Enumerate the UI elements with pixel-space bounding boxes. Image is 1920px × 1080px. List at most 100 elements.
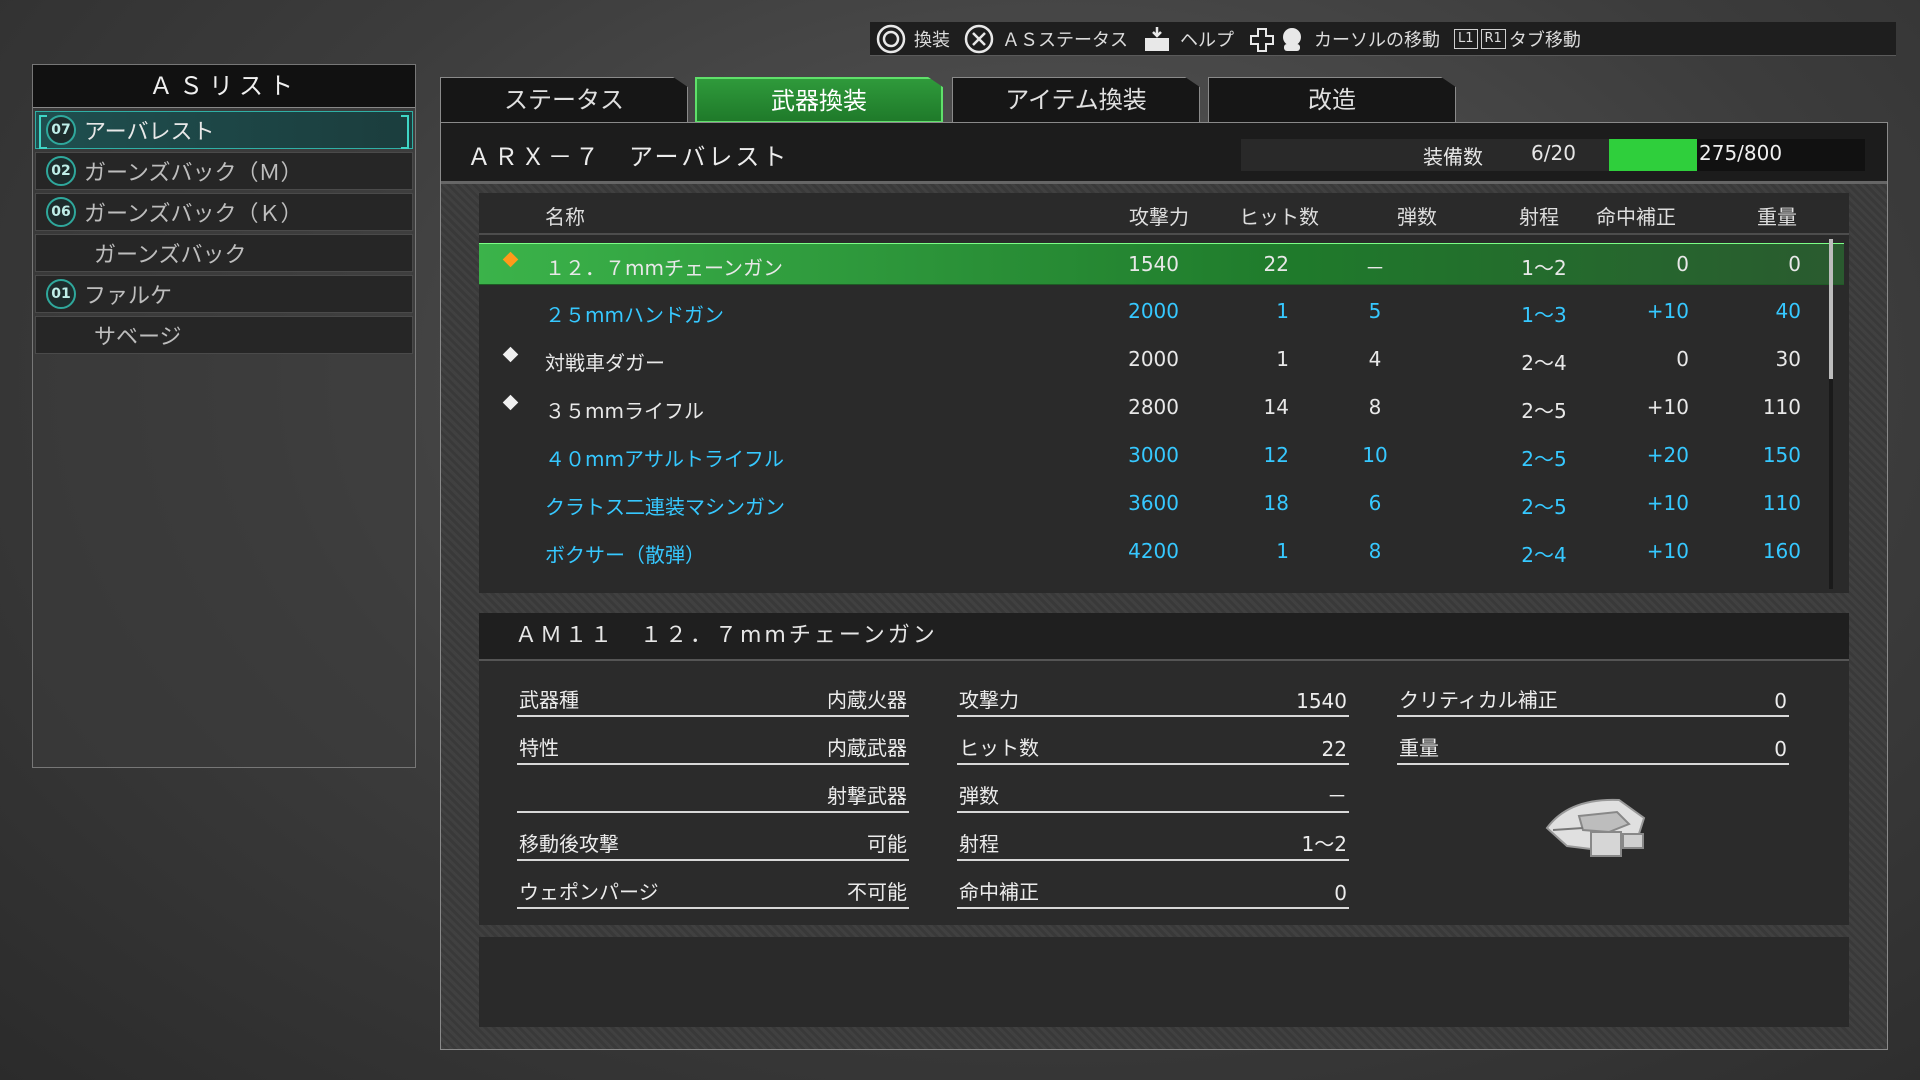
cross-button-icon — [964, 24, 994, 54]
weapon-range: 2～5 — [1521, 399, 1567, 423]
detail-stat-value: 0 — [1334, 881, 1347, 905]
weapon-accuracy: +10 — [1646, 299, 1689, 323]
weapon-row[interactable]: 対戦車ダガー 2000 1 4 2～4 0 30 — [479, 339, 1844, 379]
pilot-badge: 01 — [46, 279, 76, 309]
weapon-list-scrollbar[interactable] — [1829, 239, 1833, 589]
detail-stat-label: 射程 — [959, 832, 999, 856]
detail-stat-line: 重量 0 — [1397, 729, 1789, 765]
weapon-row[interactable]: ３５mmライフル 2800 14 8 2～5 +10 110 — [479, 387, 1844, 427]
as-list-item-gernsback-k[interactable]: 06 ガーンズバック（Ｋ） — [35, 193, 413, 231]
pilot-badge: 06 — [46, 197, 76, 227]
detail-stat-value: 0 — [1774, 689, 1787, 713]
weapon-name: １２．７mmチェーンガン — [545, 256, 783, 280]
weapon-accuracy: +10 — [1646, 539, 1689, 563]
weapon-row[interactable]: ボクサー（散弾） 4200 1 8 2～4 +10 160 — [479, 531, 1844, 571]
detail-stat-line: 攻撃力 1540 — [957, 681, 1349, 717]
weapon-detail-title-text: ＡＭ１１ １２．７mmチェーンガン — [515, 623, 938, 648]
as-list-item-gernsback[interactable]: ガーンズバック — [35, 234, 413, 272]
weapon-accuracy: +10 — [1646, 491, 1689, 515]
weapon-weight: 30 — [1775, 347, 1801, 371]
weapon-ammo: 8 — [1368, 539, 1382, 563]
as-list-item-falke[interactable]: 01 ファルケ — [35, 275, 413, 313]
weapon-name: ３５mmライフル — [545, 399, 704, 423]
detail-stat-value: 22 — [1321, 737, 1347, 761]
weapon-range: 2～4 — [1521, 543, 1567, 567]
weapon-hits: 12 — [1263, 443, 1289, 467]
detail-stat-value: 射撃武器 — [827, 784, 907, 808]
weapon-name: ボクサー（散弾） — [545, 543, 705, 567]
detail-stat-line: 移動後攻撃 可能 — [517, 825, 909, 861]
weapon-row[interactable]: ４０mmアサルトライフル 3000 12 10 2～5 +20 150 — [479, 435, 1844, 475]
detail-stat-value: 可能 — [867, 832, 907, 856]
detail-stat-label: 命中補正 — [959, 880, 1039, 904]
detail-stat-label: 弾数 — [959, 784, 999, 808]
weapon-attack: 2800 — [1128, 395, 1179, 419]
hint-label: 換装 — [914, 29, 950, 51]
weapon-hits: 18 — [1263, 491, 1289, 515]
scrollbar-thumb[interactable] — [1829, 239, 1833, 379]
weapon-row[interactable]: クラトス二連装マシンガン 3600 18 6 2～5 +10 110 — [479, 483, 1844, 523]
unit-header: ＡＲＸ－７ アーバレスト 装備数 6/20 275/800 — [441, 123, 1887, 184]
weapon-attack: 2000 — [1128, 299, 1179, 323]
weapon-ammo: 5 — [1368, 299, 1382, 323]
touchpad-icon — [1142, 24, 1172, 54]
tab-modify[interactable]: 改造 — [1208, 77, 1456, 123]
hint-tab-move: L1 R1 タブ移動 — [1454, 26, 1581, 52]
detail-stat-label: ウェポンパージ — [519, 880, 659, 904]
weapon-accuracy: +10 — [1646, 395, 1689, 419]
detail-stat-line: 命中補正 0 — [957, 873, 1349, 909]
weapon-ammo: 8 — [1368, 395, 1382, 419]
as-list-item-arbalest[interactable]: 07 アーバレスト — [35, 111, 413, 149]
weapon-range: 2～4 — [1521, 351, 1567, 375]
weapon-hits: 22 — [1263, 252, 1289, 276]
header-accuracy: 命中補正 — [1596, 205, 1676, 229]
hint-label: カーソルの移動 — [1314, 29, 1440, 51]
hint-label: ＡＳステータス — [1002, 29, 1128, 51]
pilot-badge: 02 — [46, 156, 76, 186]
weapon-name: ４０mmアサルトライフル — [545, 447, 784, 471]
weapon-weight: 110 — [1762, 395, 1801, 419]
hint-label: タブ移動 — [1508, 29, 1581, 51]
detail-stat-label: ヒット数 — [959, 736, 1039, 760]
detail-stat-line: 弾数 － — [957, 777, 1349, 813]
weapon-row[interactable]: ２５mmハンドガン 2000 1 5 1～3 +10 40 — [479, 291, 1844, 331]
as-list-item-savage[interactable]: サベージ — [35, 316, 413, 354]
weight-text: 275/800 — [1699, 141, 1783, 165]
main-panel: ＡＲＸ－７ アーバレスト 装備数 6/20 275/800 名称 攻撃力 ヒット… — [440, 122, 1888, 1050]
weapon-range: 1～3 — [1521, 303, 1567, 327]
detail-stat-value: 不可能 — [847, 880, 907, 904]
as-list-item-gernsback-m[interactable]: 02 ガーンズバック（Ｍ） — [35, 152, 413, 190]
detail-stat-line: クリティカル補正 0 — [1397, 681, 1789, 717]
tab-item-equip[interactable]: アイテム換装 — [952, 77, 1200, 123]
weapon-name: クラトス二連装マシンガン — [545, 495, 785, 519]
capacity-box: 装備数 6/20 275/800 — [1241, 139, 1865, 171]
weapon-range: 2～5 — [1521, 495, 1567, 519]
weapon-range: 1～2 — [1521, 256, 1567, 280]
detail-stat-value: 0 — [1774, 737, 1787, 761]
weapon-ammo: 6 — [1368, 491, 1382, 515]
detail-stat-label: 移動後攻撃 — [519, 832, 619, 856]
tab-weapon-equip[interactable]: 武器換装 — [695, 77, 943, 123]
weapon-name: 対戦車ダガー — [545, 351, 665, 375]
header-name: 名称 — [545, 205, 585, 229]
hint-equip: 換装 — [876, 24, 950, 54]
weapon-weight: 110 — [1762, 491, 1801, 515]
chaingun-head-icon — [1539, 788, 1659, 872]
detail-stat-value: 1～2 — [1301, 832, 1347, 856]
weapon-detail-title: ＡＭ１１ １２．７mmチェーンガン — [479, 613, 1849, 661]
detail-stat-value: 内蔵武器 — [827, 736, 907, 760]
weapon-range: 2～5 — [1521, 447, 1567, 471]
message-box — [479, 937, 1849, 1027]
weapon-row[interactable]: １２．７mmチェーンガン 1540 22 － 1～2 0 0 — [479, 243, 1844, 285]
as-name: ガーンズバック（Ｍ） — [84, 161, 303, 186]
as-list-title: ＡＳリスト — [33, 65, 415, 108]
as-name: ガーンズバック（Ｋ） — [84, 202, 303, 227]
tab-status[interactable]: ステータス — [440, 77, 688, 123]
equipped-marker-icon — [502, 394, 519, 411]
detail-stat-label: 重量 — [1399, 736, 1439, 760]
equipped-marker-icon — [502, 346, 519, 363]
control-hint-bar: 換装 ＡＳステータス ヘルプ カーソルの移動 L1 R1 タブ移動 — [870, 22, 1896, 56]
header-hits: ヒット数 — [1239, 205, 1319, 229]
header-weight: 重量 — [1757, 205, 1797, 229]
weapon-weight: 40 — [1775, 299, 1801, 323]
